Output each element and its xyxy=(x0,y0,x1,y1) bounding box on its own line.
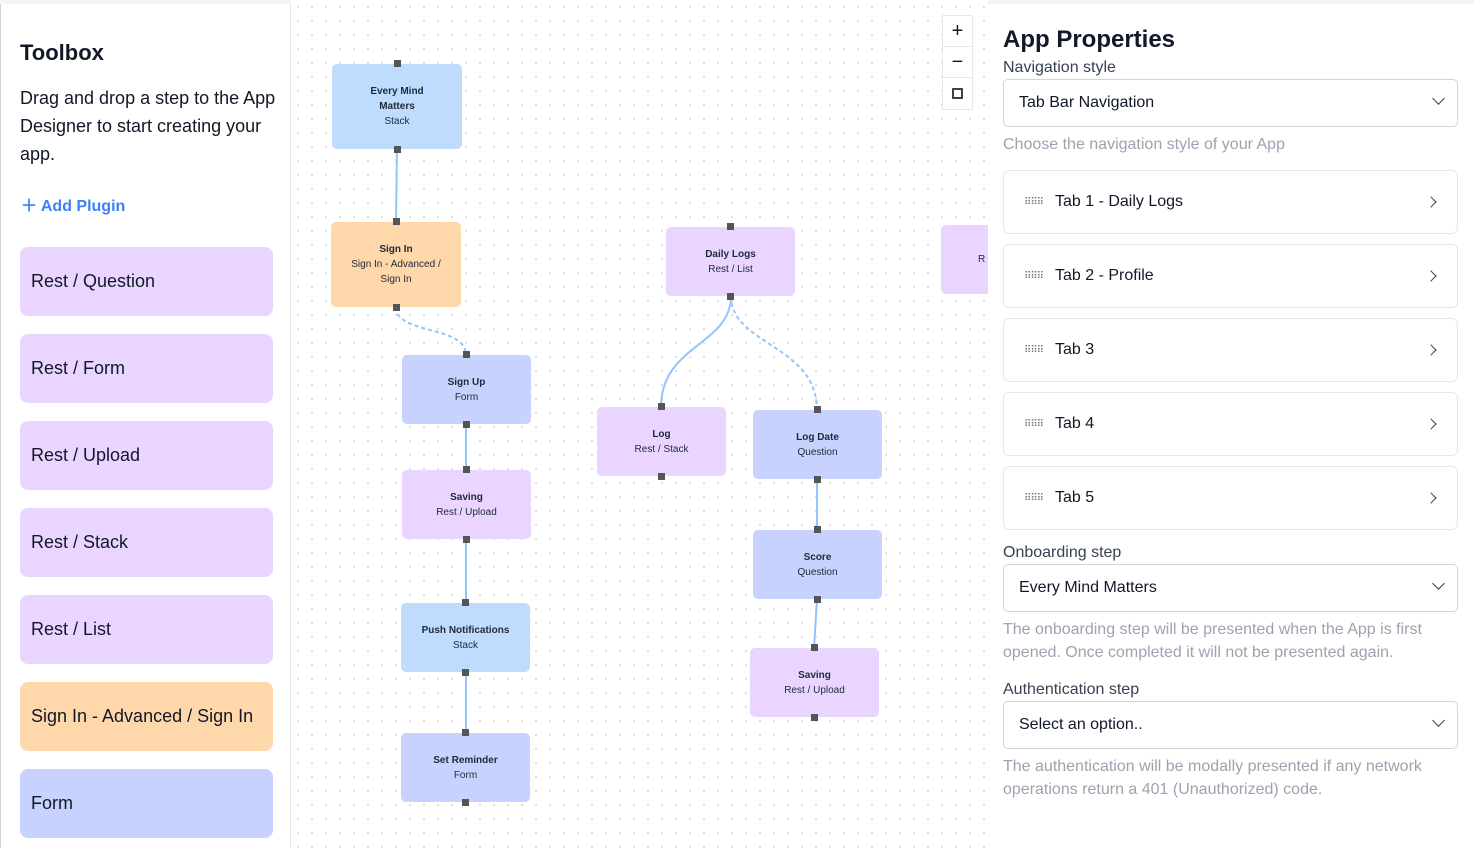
properties-title: App Properties xyxy=(1003,26,1176,53)
flow-node[interactable]: Score Question xyxy=(753,526,882,603)
chevron-right-icon xyxy=(1425,418,1437,430)
tab-item[interactable]: ⠿⠿⠿ Tab 3 xyxy=(1003,318,1458,382)
tool-item[interactable]: Rest / Question xyxy=(20,247,273,316)
select-value: Every Mind Matters xyxy=(1019,579,1157,596)
auth-hint: The authentication will be modally prese… xyxy=(1003,758,1422,798)
drag-handle-icon[interactable]: ⠿⠿⠿ xyxy=(1024,345,1044,356)
navigation-hint: Choose the navigation style of your App xyxy=(1003,136,1285,153)
zoom-in-button[interactable]: + xyxy=(943,16,972,47)
node-type: Form xyxy=(454,391,479,403)
drag-handle-icon[interactable]: ⠿⠿⠿ xyxy=(1024,271,1044,282)
toolbox-title: Toolbox xyxy=(20,40,104,65)
tool-item[interactable]: Rest / Stack xyxy=(20,508,273,577)
node-type: Stack xyxy=(452,639,478,651)
onboarding-select[interactable]: Every Mind Matters xyxy=(1003,564,1458,612)
tab-label: Tab 1 - Daily Logs xyxy=(1054,193,1184,210)
select-value: Select an option.. xyxy=(1019,716,1143,733)
tab-item[interactable]: ⠿⠿⠿ Tab 5 xyxy=(1003,466,1458,530)
node-type: Stack xyxy=(384,116,410,127)
edge xyxy=(730,295,818,411)
chevron-right-icon xyxy=(1425,344,1437,356)
navigation-style-label: Navigation style xyxy=(1003,59,1116,76)
onboarding-hint: The onboarding step will be presented wh… xyxy=(1003,621,1422,661)
node-title: Set Reminder xyxy=(433,754,498,766)
flow-node[interactable]: Log Rest / Stack xyxy=(597,403,726,480)
flow-node[interactable]: Sign In Sign In - Advanced / Sign In xyxy=(331,218,461,311)
tool-item[interactable]: Form xyxy=(20,769,273,838)
chevron-right-icon xyxy=(1425,492,1437,504)
node-type: Question xyxy=(797,566,838,578)
tool-item[interactable]: Rest / Upload xyxy=(20,421,273,490)
flow-node[interactable]: Every Mind Matters Stack xyxy=(332,60,462,153)
plus-icon: ＋ xyxy=(21,198,41,215)
node-type: Rest / List xyxy=(708,263,753,275)
tab-item[interactable]: ⠿⠿⠿ Tab 1 - Daily Logs xyxy=(1003,170,1458,234)
drag-handle-icon[interactable]: ⠿⠿⠿ xyxy=(1024,197,1044,208)
app-properties-panel: App Properties Navigation style Tab Bar … xyxy=(988,4,1474,848)
flow-node[interactable]: Daily Logs Rest / List xyxy=(666,223,795,300)
tab-label: Tab 4 xyxy=(1054,415,1095,432)
tool-item[interactable]: Rest / List xyxy=(20,595,273,664)
navigation-style-select[interactable]: Tab Bar Navigation xyxy=(1003,79,1458,127)
onboarding-label: Onboarding step xyxy=(1003,544,1122,561)
tool-item[interactable]: Sign In - Advanced / Sign In xyxy=(20,682,273,751)
auth-select[interactable]: Select an option.. xyxy=(1003,701,1458,749)
node-type: Question xyxy=(797,446,838,458)
auth-label: Authentication step xyxy=(1003,681,1140,698)
flow-node[interactable]: Sign Up Form xyxy=(402,351,531,428)
zoom-out-button[interactable]: − xyxy=(943,47,972,78)
chevron-right-icon xyxy=(1425,270,1437,282)
chevron-down-icon xyxy=(1432,577,1445,590)
zoom-controls: + − xyxy=(942,15,973,110)
node-title: Daily Logs xyxy=(705,248,756,260)
node-title: Log Date xyxy=(796,431,839,443)
tab-label: Tab 3 xyxy=(1054,341,1095,358)
flow-node[interactable]: Saving Rest / Upload xyxy=(402,466,531,543)
flow-node[interactable]: Saving Rest / Upload xyxy=(750,644,879,721)
node-title: Score xyxy=(803,551,832,563)
chevron-down-icon xyxy=(1432,714,1445,727)
edge xyxy=(813,598,818,649)
edge xyxy=(660,295,732,408)
flow-node[interactable]: Push Notifications Stack xyxy=(401,599,530,676)
node-type: Form xyxy=(453,769,478,781)
node-title: Every Mind Matters xyxy=(370,86,424,112)
tab-item[interactable]: ⠿⠿⠿ Tab 2 - Profile xyxy=(1003,244,1458,308)
node-title: Sign Up xyxy=(447,376,486,388)
tab-label: Tab 2 - Profile xyxy=(1054,267,1154,284)
fit-view-icon[interactable] xyxy=(943,78,972,109)
tab-item[interactable]: ⠿⠿⠿ Tab 4 xyxy=(1003,392,1458,456)
flow-node-partial[interactable]: R xyxy=(941,225,988,294)
add-plugin-label: Add Plugin xyxy=(40,198,126,215)
chevron-right-icon xyxy=(1425,196,1437,208)
node-title: Saving xyxy=(450,491,483,503)
app-designer-canvas[interactable]: Every Mind Matters Stack Sign In Sign In -… xyxy=(291,0,988,848)
drag-handle-icon[interactable]: ⠿⠿⠿ xyxy=(1024,493,1044,504)
node-type: Rest / Upload xyxy=(436,506,497,518)
flow-node[interactable]: Set Reminder Form xyxy=(401,729,530,806)
flow-node[interactable]: Log Date Question xyxy=(753,406,882,483)
toolbox-panel: Toolbox Drag and drop a step to the App … xyxy=(0,4,291,848)
node-title: Log xyxy=(652,428,671,440)
select-value: Tab Bar Navigation xyxy=(1019,94,1155,111)
edge xyxy=(395,306,467,356)
tab-label: Tab 5 xyxy=(1054,489,1095,506)
chevron-down-icon xyxy=(1432,92,1445,105)
node-type: Sign In - Advanced / Sign In xyxy=(351,259,441,285)
add-plugin-button[interactable]: ＋ Add Plugin xyxy=(21,192,125,216)
node-type: Rest / Stack xyxy=(634,443,689,455)
tool-item[interactable]: Rest / Form xyxy=(20,334,273,403)
node-title: Saving xyxy=(798,669,831,681)
toolbox-description: Drag and drop a step to the App Designer… xyxy=(20,88,276,164)
edge xyxy=(395,147,398,223)
node-type: Rest / Upload xyxy=(784,684,845,696)
drag-handle-icon[interactable]: ⠿⠿⠿ xyxy=(1024,419,1044,430)
node-title: Sign In xyxy=(379,244,413,255)
node-title: Push Notifications xyxy=(421,624,510,636)
node-type: R xyxy=(978,254,986,265)
